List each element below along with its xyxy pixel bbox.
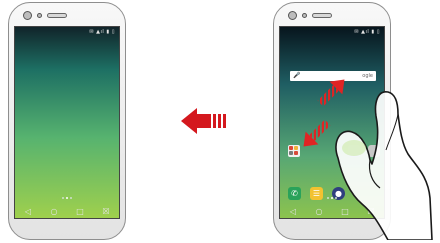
notification-toggle-icon[interactable]: ☒: [99, 206, 113, 218]
earpiece-speaker: [312, 13, 332, 18]
status-bar: ✉ ▲ıl ▮ ▯: [89, 29, 115, 35]
recent-apps-icon[interactable]: □: [73, 206, 87, 218]
front-camera-icon: [288, 11, 297, 20]
page-dot: [70, 197, 72, 199]
pinch-hand-icon: [335, 91, 433, 240]
status-bar: ✉ ▲ıl ▮ ▯: [354, 29, 380, 35]
page-dot-active: [66, 197, 68, 199]
earpiece-speaker: [47, 13, 67, 18]
back-icon[interactable]: ◁: [21, 206, 35, 218]
navigation-bar: ◁ ○ □ ☒: [15, 206, 119, 218]
left-screen-wallpaper: ✉ ▲ıl ▮ ▯ ◁ ○ □ ☒: [14, 26, 120, 219]
front-camera-icon: [23, 11, 32, 20]
sensor-icon: [302, 13, 307, 18]
home-icon[interactable]: ○: [47, 206, 61, 218]
back-icon[interactable]: ◁: [286, 206, 300, 218]
left-arrow-icon: [181, 108, 226, 134]
page-indicator: [15, 184, 119, 203]
phone-left: ✉ ▲ıl ▮ ▯ ◁ ○ □ ☒: [8, 2, 126, 240]
page-dot: [62, 197, 64, 199]
sensor-icon: [37, 13, 42, 18]
